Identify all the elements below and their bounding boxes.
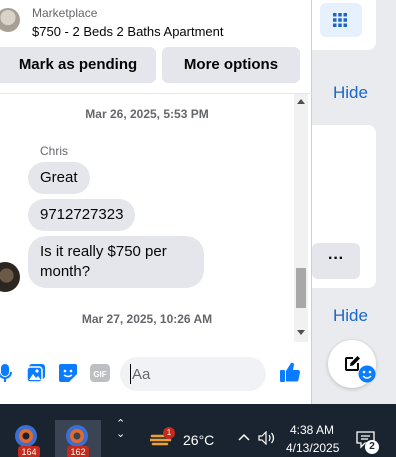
sender-name: Chris: [40, 144, 69, 158]
composer: GIF: [0, 343, 376, 404]
chat-window: Marketplace $750 - 2 Beds 2 Baths Apartm…: [0, 0, 376, 404]
speaker-icon[interactable]: [258, 431, 276, 445]
listing-thumbnail: [0, 8, 20, 32]
thumbs-up-icon[interactable]: [279, 361, 301, 383]
listing-title: $750 - 2 Beds 2 Baths Apartment: [32, 24, 224, 39]
grid-icon: [333, 13, 347, 27]
show-hidden-icons-icon[interactable]: [238, 432, 250, 442]
timestamp: Mar 26, 2025, 5:53 PM: [85, 107, 209, 121]
more-options-button[interactable]: More options: [162, 47, 300, 83]
sender-avatar[interactable]: [0, 262, 20, 292]
weather-badge: 1: [163, 427, 175, 439]
text-caret: [130, 364, 131, 384]
scroll-down-icon[interactable]: [297, 330, 305, 335]
message-bubble[interactable]: Is it really $750 per month?: [28, 236, 204, 288]
clock-time[interactable]: 4:38 AM: [290, 423, 334, 437]
taskbar-scroll-chevrons[interactable]: ⌃ ⌄: [116, 419, 125, 440]
emoji-icon[interactable]: [358, 365, 376, 383]
notification-count: 2: [365, 440, 379, 454]
message-input-container[interactable]: [120, 357, 376, 391]
svg-text:GIF: GIF: [93, 370, 106, 379]
mark-as-pending-button[interactable]: Mark as pending: [0, 47, 156, 83]
taskbar-app-browser[interactable]: 164: [4, 420, 50, 457]
browser-icon: [66, 425, 88, 447]
scrollbar[interactable]: [294, 94, 308, 342]
message-bubble[interactable]: Great: [28, 162, 90, 194]
clock-date[interactable]: 4/13/2025: [286, 441, 339, 455]
photo-icon[interactable]: [26, 363, 46, 383]
more-button[interactable]: ···: [312, 243, 360, 279]
message-input[interactable]: [132, 363, 232, 385]
screen: Hide ··· Hide Marketplace $750 - 2 Beds …: [0, 0, 396, 457]
message-bubble[interactable]: 9712727323: [28, 199, 136, 231]
chat-header[interactable]: Marketplace $750 - 2 Beds 2 Baths Apartm…: [0, 0, 312, 44]
marketplace-label: Marketplace: [32, 6, 98, 20]
hide-link[interactable]: Hide: [333, 306, 368, 326]
browser-icon: [15, 425, 37, 447]
timestamp: Mar 27, 2025, 10:26 AM: [81, 312, 213, 326]
grid-view-button[interactable]: [320, 3, 362, 37]
sticker-icon[interactable]: [58, 363, 78, 383]
app-badge: 164: [18, 446, 40, 457]
message-list: Mar 26, 2025, 5:53 PM Chris Great 971272…: [0, 94, 294, 342]
scroll-up-icon[interactable]: [297, 99, 305, 104]
scrollbar-thumb[interactable]: [296, 268, 306, 308]
hide-link[interactable]: Hide: [333, 83, 368, 103]
microphone-icon[interactable]: [0, 363, 12, 383]
gif-icon[interactable]: GIF: [90, 363, 110, 383]
temperature[interactable]: 26°C: [183, 432, 214, 448]
taskbar-app-browser-active[interactable]: 162: [55, 420, 101, 457]
app-badge: 162: [67, 446, 89, 457]
